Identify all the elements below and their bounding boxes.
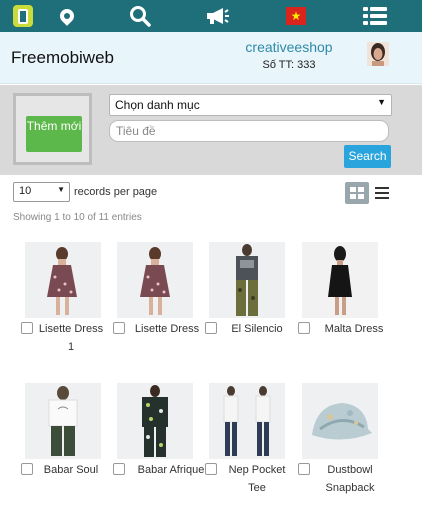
product-name[interactable]: Lisette Dress [129,320,205,338]
product-checkbox[interactable] [298,322,310,334]
product-card[interactable]: El Silencio [205,242,301,342]
menu-nav-button[interactable] [363,0,387,32]
list-view-icon[interactable] [375,187,389,199]
product-checkbox[interactable] [113,463,125,475]
product-card[interactable]: Babar Soul [21,383,117,483]
product-card[interactable]: Babar Afrique [113,383,209,483]
avatar[interactable] [367,42,389,66]
product-image[interactable] [25,383,101,459]
chevron-down-icon: ▼ [57,185,65,194]
product-name[interactable]: Babar Afrique [129,461,213,479]
product-card[interactable]: Malta Dress [298,242,394,342]
shop-header: Freemobiweb creativeeshop Số TT: 333 [0,32,422,84]
phone-nav-button[interactable] [11,0,35,32]
shop-name[interactable]: creativeeshop [230,39,348,55]
add-new-frame: Thêm mới [13,93,92,165]
title-input[interactable]: Tiêu đề [109,120,389,142]
product-card[interactable]: Lisette Dress [113,242,209,342]
announcement-nav-button[interactable] [203,0,231,32]
grid-view-icon[interactable] [345,182,369,204]
language-nav-button[interactable]: ★ [285,0,307,32]
add-new-button[interactable]: Thêm mới [26,116,82,152]
location-nav-button[interactable] [57,0,77,32]
product-checkbox[interactable] [21,463,33,475]
records-per-page-select[interactable]: 10 ▼ [13,182,70,202]
megaphone-icon [207,8,229,24]
product-image[interactable] [302,242,378,318]
menu-list-icon [363,7,387,25]
location-pin-icon [57,6,77,26]
phone-icon [13,5,33,27]
chevron-down-icon: ▼ [377,97,386,107]
shop-number: Số TT: 333 [262,59,316,71]
product-name[interactable]: Malta Dress [314,320,394,338]
product-name[interactable]: Babar Soul [37,461,105,479]
product-image[interactable] [209,383,285,459]
product-checkbox[interactable] [21,322,33,334]
vietnam-flag-icon: ★ [286,7,306,25]
brand-title: Freemobiweb [11,48,114,67]
product-image[interactable] [117,383,193,459]
filter-panel: Thêm mới Chọn danh mục ▼ Tiêu đề Search [0,85,422,175]
product-name[interactable]: El Silencio [219,320,295,338]
search-icon [130,6,151,27]
records-per-page-label: records per page [74,186,158,198]
product-image[interactable] [302,383,378,459]
product-image[interactable] [25,242,101,318]
product-name[interactable]: Dustbowl Snapback [314,461,386,497]
product-image[interactable] [117,242,193,318]
product-name[interactable]: Lisette Dress 1 [35,320,107,356]
product-name[interactable]: Nep Pocket Tee [221,461,293,497]
product-card[interactable]: Dustbowl Snapback [298,383,394,498]
category-select-value: Chọn danh mục [115,98,200,112]
top-nav-bar: ★ [0,0,422,32]
entries-info: Showing 1 to 10 of 11 entries [13,212,142,223]
product-image[interactable] [209,242,285,318]
search-nav-button[interactable] [127,0,153,32]
product-card[interactable]: Lisette Dress 1 [21,242,117,357]
title-input-placeholder: Tiêu đề [116,124,156,138]
product-checkbox[interactable] [113,322,125,334]
records-per-page-value: 10 [19,185,32,197]
product-checkbox[interactable] [205,322,217,334]
product-checkbox[interactable] [205,463,217,475]
product-card[interactable]: Nep Pocket Tee [205,383,301,498]
product-checkbox[interactable] [298,463,310,475]
search-button[interactable]: Search [344,145,391,168]
category-select[interactable]: Chọn danh mục ▼ [109,94,392,116]
